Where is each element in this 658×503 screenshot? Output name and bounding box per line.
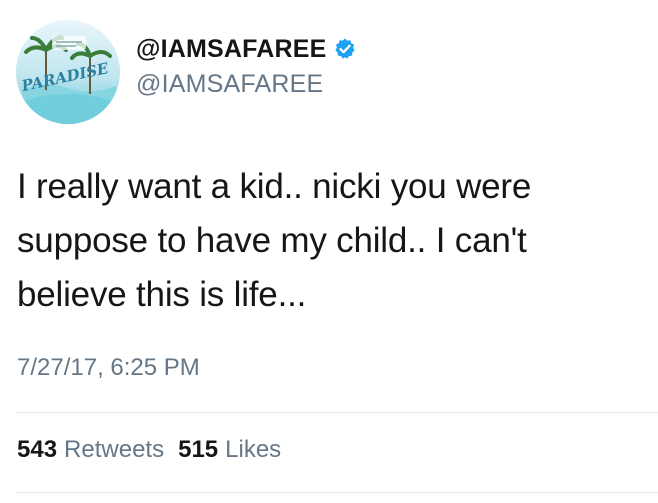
retweets-count[interactable]: 543	[17, 436, 57, 464]
likes-label[interactable]: Likes	[225, 436, 281, 464]
avatar[interactable]: PARADISE	[16, 20, 120, 124]
display-name-text: @IAMSAFAREE	[136, 34, 327, 63]
author-handle[interactable]: @IAMSAFAREE	[136, 70, 357, 99]
tweet-stats: 543 Retweets 515 Likes	[17, 436, 295, 464]
likes-count[interactable]: 515	[178, 436, 218, 464]
tweet-header: PARADISE @IAMSAFAREE @IAMSAFAREE	[16, 18, 636, 128]
author-names: @IAMSAFAREE @IAMSAFAREE	[136, 32, 357, 99]
retweets-label[interactable]: Retweets	[64, 436, 164, 464]
tweet-card: PARADISE @IAMSAFAREE @IAMSAFAREE I reall…	[0, 0, 658, 503]
divider-bottom	[17, 492, 658, 493]
tweet-text: I really want a kid.. nicki you were sup…	[17, 167, 532, 314]
divider-top	[17, 412, 658, 413]
tweet-timestamp[interactable]: 7/27/17, 6:25 PM	[17, 354, 200, 382]
author-display-name[interactable]: @IAMSAFAREE	[136, 32, 357, 66]
verified-badge-icon	[333, 37, 357, 61]
